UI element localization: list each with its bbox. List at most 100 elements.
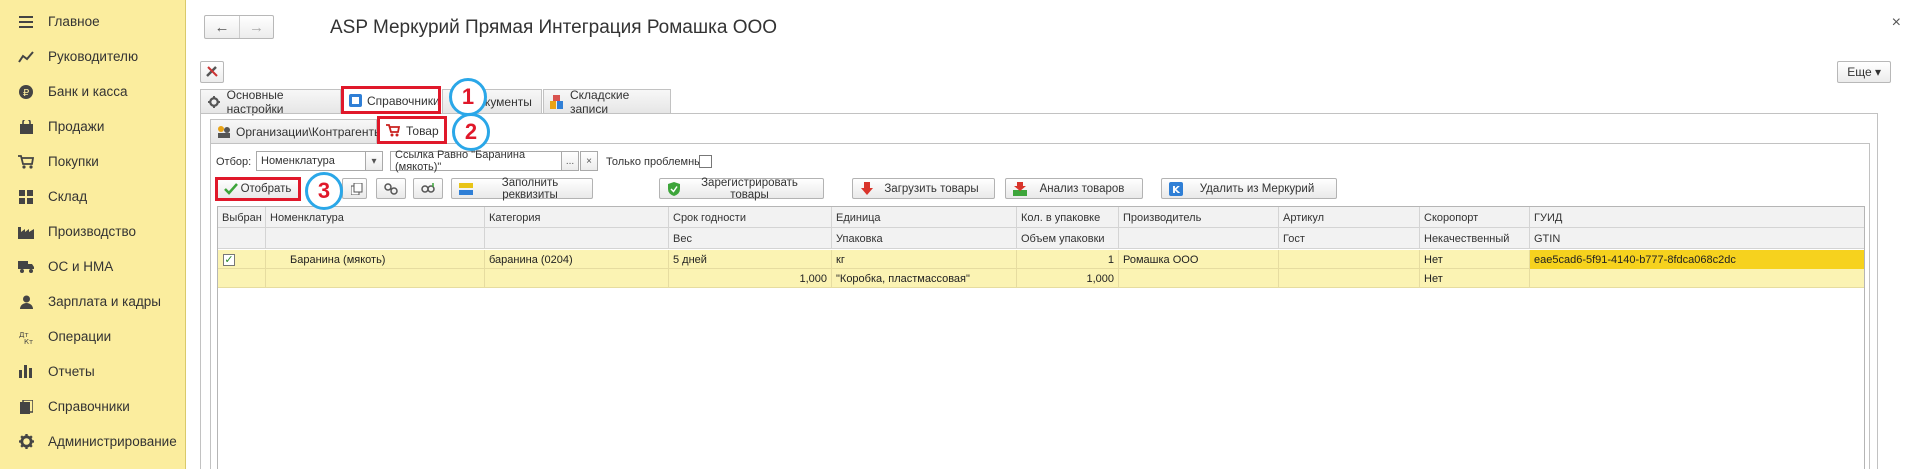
sidebar-item-label: Покупки xyxy=(48,154,99,169)
copy-button[interactable] xyxy=(342,178,367,199)
sidebar-item-operations[interactable]: Дт Кт Операции xyxy=(0,319,186,354)
register-goods-label: Зарегистрировать товары xyxy=(701,176,798,201)
organization-icon xyxy=(217,124,231,140)
cart-icon xyxy=(16,154,36,169)
chart-line-icon xyxy=(16,50,36,63)
sidebar-item-label: Справочники xyxy=(48,399,130,414)
row-checkbox[interactable]: ✓ xyxy=(223,253,235,266)
col-defective[interactable]: Некачественный xyxy=(1419,228,1529,249)
sidebar-item-sales[interactable]: Продажи xyxy=(0,109,186,144)
tab-warehouse-records[interactable]: Складские записи xyxy=(543,88,671,116)
bar-chart-icon xyxy=(16,365,36,378)
package-cell[interactable]: "Коробка, пластмассовая" xyxy=(831,269,1016,288)
nomenclature-cell[interactable]: Баранина (мякоть) xyxy=(265,250,484,269)
sidebar-item-bank[interactable]: ₽ Банк и касса xyxy=(0,74,186,109)
selected-cell[interactable]: ✓ xyxy=(218,250,265,269)
guid-cell[interactable]: eae5cad6-5f91-4140-b777-8fdca068c2dc xyxy=(1529,250,1864,269)
tab-organizations[interactable]: Организации\Контрагенты xyxy=(210,119,383,143)
sidebar-item-label: Администрирование xyxy=(48,434,177,449)
col-producer-sub xyxy=(1118,228,1278,249)
gears-icon xyxy=(383,182,399,196)
settings-tools-button[interactable] xyxy=(200,61,224,83)
category-cell[interactable]: баранина (0204) xyxy=(484,250,668,269)
table-row[interactable]: 1,000 "Коробка, пластмассовая" 1,000 Нет xyxy=(218,269,1864,288)
more-button[interactable]: Еще ▾ xyxy=(1837,61,1891,83)
col-selected[interactable]: Выбран xyxy=(218,207,265,228)
filter-field-select[interactable]: Номенклатура xyxy=(256,151,366,171)
fill-icon xyxy=(458,182,474,196)
sidebar-item-payroll[interactable]: Зарплата и кадры xyxy=(0,284,186,319)
weight-cell[interactable]: 1,000 xyxy=(668,269,831,288)
sidebar-item-warehouse[interactable]: Склад xyxy=(0,179,186,214)
col-category[interactable]: Категория xyxy=(484,207,668,228)
gtin-cell[interactable] xyxy=(1529,269,1864,288)
sidebar-item-reports[interactable]: Отчеты xyxy=(0,354,186,389)
col-package[interactable]: Упаковка xyxy=(831,228,1016,249)
col-weight[interactable]: Вес xyxy=(668,228,831,249)
tools-icon xyxy=(205,64,219,81)
col-shelf-life[interactable]: Срок годности xyxy=(668,207,831,228)
article-cell[interactable] xyxy=(1278,250,1419,269)
register-goods-button[interactable]: Зарегистрировать товары xyxy=(659,176,824,201)
col-producer[interactable]: Производитель xyxy=(1118,207,1278,228)
gears-add-icon xyxy=(420,182,436,196)
sidebar-item-purchases[interactable]: Покупки xyxy=(0,144,186,179)
col-article[interactable]: Артикул xyxy=(1278,207,1419,228)
col-nomenclature[interactable]: Номенклатура xyxy=(265,207,484,228)
col-qty-per-package[interactable]: Кол. в упаковке xyxy=(1016,207,1118,228)
tab-main-settings[interactable]: Основные настройки xyxy=(200,88,341,116)
analyze-goods-button[interactable]: Анализ товаров xyxy=(1005,178,1143,199)
unit-cell[interactable]: кг xyxy=(831,250,1016,269)
sidebar-item-main[interactable]: Главное xyxy=(0,4,186,39)
col-package-volume[interactable]: Объем упаковки xyxy=(1016,228,1118,249)
table-row[interactable]: ✓ Баранина (мякоть) баранина (0204) 5 дн… xyxy=(218,250,1864,269)
sidebar-item-assets[interactable]: ОС и НМА xyxy=(0,249,186,284)
sidebar-item-label: Продажи xyxy=(48,119,105,134)
ruble-coin-icon: ₽ xyxy=(16,84,36,99)
fill-details-button[interactable]: Заполнить реквизиты xyxy=(451,177,593,201)
shopping-bag-icon xyxy=(16,119,36,134)
close-button[interactable]: × xyxy=(1892,14,1901,32)
group-add-button[interactable] xyxy=(413,178,443,199)
qty-cell[interactable]: 1 xyxy=(1016,250,1118,269)
sidebar-item-label: Склад xyxy=(48,189,88,204)
tab-label: Организации\Контрагенты xyxy=(236,124,383,139)
load-goods-label: Загрузить товары xyxy=(884,182,979,195)
grid-icon xyxy=(16,189,36,204)
sidebar-item-admin[interactable]: Администрирование xyxy=(0,424,186,459)
highlight-catalogs-tab xyxy=(341,86,441,114)
gost-cell[interactable] xyxy=(1278,269,1419,288)
factory-icon xyxy=(16,225,36,239)
col-perishable[interactable]: Скоропорт xyxy=(1419,207,1529,228)
callout-3: 3 xyxy=(305,172,343,210)
col-gtin[interactable]: GTIN xyxy=(1529,228,1864,249)
sidebar-item-catalogs[interactable]: Справочники xyxy=(0,389,186,424)
sidebar-item-label: Руководителю xyxy=(48,49,139,64)
mercury-icon: K xyxy=(1168,181,1184,196)
perishable-cell[interactable]: Нет xyxy=(1419,250,1529,269)
gear-icon xyxy=(207,94,222,110)
sidebar-item-manager[interactable]: Руководителю xyxy=(0,39,186,74)
svg-text:K: K xyxy=(1172,185,1181,196)
delete-from-mercury-button[interactable]: K Удалить из Меркурий xyxy=(1161,178,1337,199)
filter-select-button[interactable]: ... xyxy=(561,151,579,171)
group-edit-button[interactable] xyxy=(376,178,406,199)
package-volume-cell[interactable]: 1,000 xyxy=(1016,269,1118,288)
sidebar-item-label: Банк и касса xyxy=(48,84,128,99)
col-unit[interactable]: Единица xyxy=(831,207,1016,228)
load-goods-button[interactable]: Загрузить товары xyxy=(852,178,995,199)
gear-icon xyxy=(16,434,36,449)
filter-condition-input[interactable]: Ссылка Равно "Баранина (мякоть)" xyxy=(390,149,562,173)
col-guid[interactable]: ГУИД xyxy=(1529,207,1864,228)
back-button[interactable]: ← xyxy=(205,16,239,38)
main-area: ← → ASP Меркурий Прямая Интеграция Ромаш… xyxy=(197,0,1911,469)
producer-cell[interactable]: Ромашка ООО xyxy=(1118,250,1278,269)
defective-cell[interactable]: Нет xyxy=(1419,269,1529,288)
problem-only-checkbox[interactable] xyxy=(699,155,712,168)
sidebar-item-production[interactable]: Производство xyxy=(0,214,186,249)
forward-button[interactable]: → xyxy=(239,16,273,38)
shelf-life-cell[interactable]: 5 дней xyxy=(668,250,831,269)
col-gost[interactable]: Гост xyxy=(1278,228,1419,249)
filter-clear-button[interactable]: × xyxy=(580,151,598,171)
filter-field-dropdown[interactable]: ▾ xyxy=(365,151,383,171)
